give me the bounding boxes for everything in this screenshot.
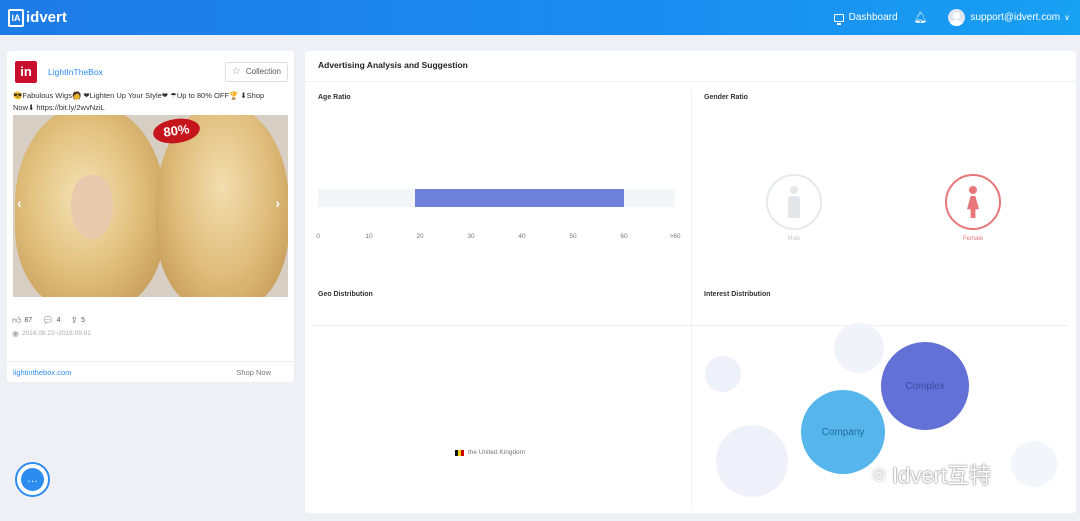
comment-icon: 💬︎ [42, 315, 54, 325]
geo-legend-item: the United Kingdom [455, 449, 525, 456]
likes-count: 87 [24, 317, 33, 324]
age-tick-label: 40 [518, 233, 526, 240]
age-tick-label: 60 [620, 233, 628, 240]
thumbs-up-icon: 👍︎ [12, 315, 22, 325]
collection-label: Collection [245, 67, 281, 76]
watermark-text: Idvert互特 [891, 463, 991, 488]
female-label: Female [962, 236, 984, 242]
dashboard-label: Dashboard [848, 12, 898, 23]
dashboard-link[interactable]: Dashboard [833, 12, 898, 25]
interest-bubble [705, 356, 741, 392]
ad-footer: lightinthebox.com Shop Now [7, 361, 294, 382]
interest-bubble-complex[interactable]: Complex [881, 342, 969, 430]
logo-mark: IA [8, 8, 24, 27]
divider [305, 81, 1076, 82]
ad-text-line: 😎Fabulous Wigs🧑 ❤Lighten Up Your Style❤ … [13, 91, 265, 100]
female-option[interactable] [945, 174, 1001, 230]
gender-ratio-title: Gender Ratio [704, 94, 748, 101]
ad-link[interactable]: lightinthebox.com [13, 368, 71, 377]
interest-distribution-title: Interest Distribution [704, 291, 771, 298]
chevron-left-icon[interactable]: ‹ [17, 195, 22, 211]
brand-name[interactable]: LightInTheBox [48, 67, 103, 77]
male-label: Male [787, 236, 801, 242]
analysis-panel: Advertising Analysis and Suggestion Age … [305, 51, 1076, 513]
ad-card: in LightInTheBox ☆ Collection 😎Fabulous … [7, 51, 294, 382]
chevron-right-icon[interactable]: › [275, 195, 280, 211]
age-tick-label: 50 [569, 233, 577, 240]
age-tick-label: 0 [316, 233, 320, 240]
geo-country: the United Kingdom [468, 449, 526, 456]
divider [313, 325, 1068, 326]
age-bar[interactable] [414, 189, 624, 207]
engagement-stats: 👍︎ 87 💬︎ 4 ⇪ 5 [7, 297, 294, 326]
age-axis: 0 10 20 30 40 50 60 >60 [316, 233, 680, 243]
age-tick-label: 10 [365, 233, 373, 240]
chat-icon: … [21, 468, 44, 491]
panel-title: Advertising Analysis and Suggestion [318, 60, 468, 70]
date-range: ◉ 2018.08.22~2018.09.01 [7, 326, 294, 338]
female-icon [966, 186, 980, 220]
user-email: support@idvert.com [970, 12, 1061, 23]
collection-button[interactable]: ☆ Collection [224, 61, 288, 82]
avatar [947, 9, 965, 26]
flag-icon [455, 449, 464, 456]
monitor-icon [833, 13, 844, 25]
share-icon: ⇪ [70, 315, 79, 325]
ad-text-line: Now⬇ https://bit.ly/2wvNziL [13, 103, 105, 112]
logo[interactable]: IA idvert [8, 8, 67, 27]
shop-now-button[interactable]: Shop Now [236, 368, 271, 377]
divider [691, 89, 692, 509]
age-tick-label: 20 [416, 233, 424, 240]
top-navbar: IA idvert Dashboard 🔔︎ support@idvert.co… [0, 0, 1080, 35]
wechat-icon: ◎ [872, 466, 886, 483]
bell-icon[interactable]: 🔔︎ [914, 11, 928, 24]
ad-image-carousel[interactable]: 80% ‹ › [13, 115, 288, 297]
interest-bubble [1011, 441, 1057, 487]
brand-logo[interactable]: in [15, 60, 37, 83]
geo-distribution-title: Geo Distribution [318, 291, 373, 298]
age-tick-label: 30 [467, 233, 475, 240]
chevron-down-icon: ∨ [1064, 13, 1070, 22]
date-range-text: 2018.08.22~2018.09.01 [21, 330, 91, 337]
interest-bubble [716, 425, 788, 497]
watermark: ◎ Idvert互特 [872, 458, 991, 490]
chat-button[interactable]: … [15, 462, 50, 497]
male-icon [787, 186, 801, 220]
mannequin-face [71, 175, 113, 239]
eye-icon: ◉ [12, 329, 19, 338]
interest-bubble [834, 323, 884, 373]
user-menu[interactable]: support@idvert.com ∨ [947, 9, 1070, 26]
comments-count: 4 [56, 317, 61, 324]
age-ratio-title: Age Ratio [318, 94, 351, 101]
ad-text: 😎Fabulous Wigs🧑 ❤Lighten Up Your Style❤ … [7, 84, 294, 112]
star-icon: ☆ [231, 66, 241, 77]
male-option[interactable] [766, 174, 822, 230]
shares-count: 5 [81, 317, 85, 324]
logo-text: idvert [26, 9, 67, 26]
age-tick-label: >60 [669, 233, 681, 240]
